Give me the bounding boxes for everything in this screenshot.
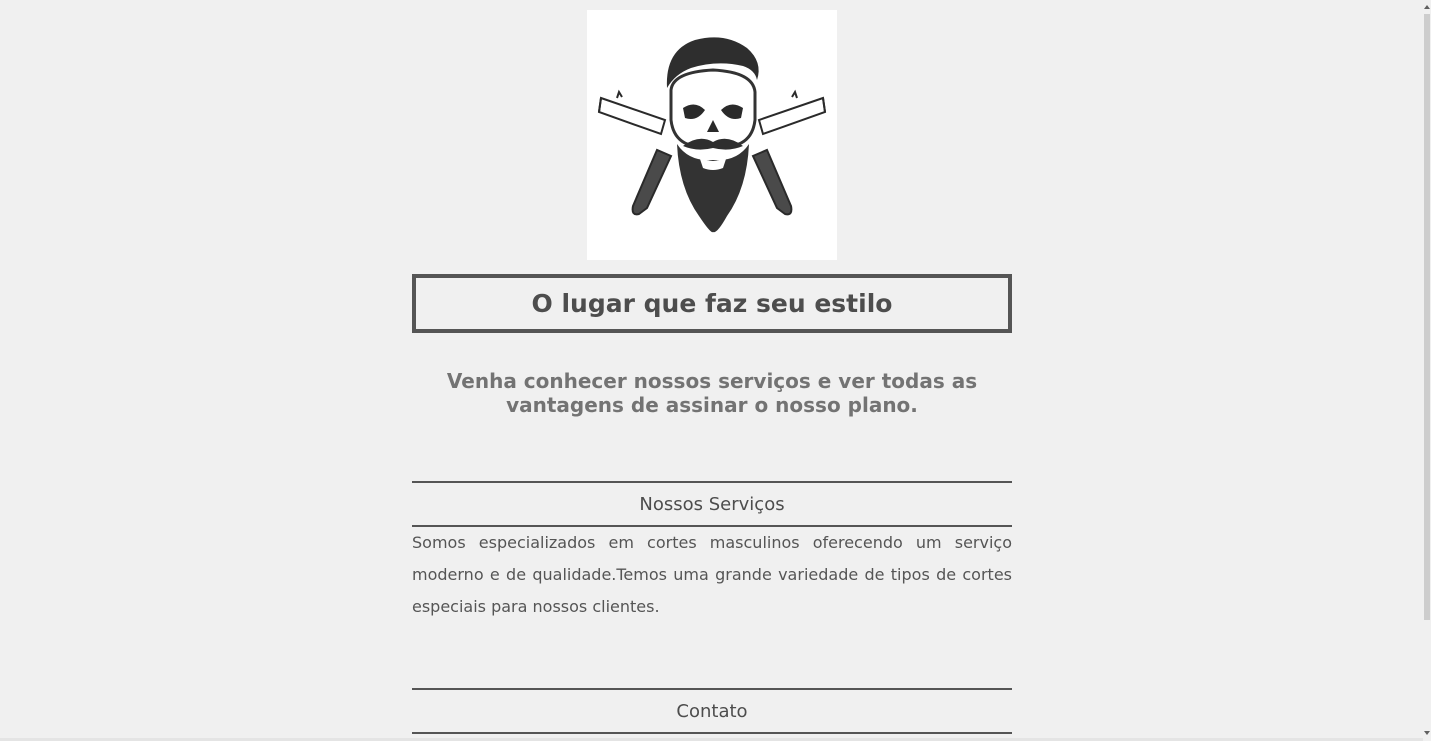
left-razor [597,89,673,216]
services-description: Somos especializados em cortes masculino… [412,533,1012,616]
logo-image [587,10,837,260]
page: O lugar que faz seu estilo Venha conhece… [0,0,1431,741]
bearded-skull-crossed-razors-icon [597,37,827,233]
contact-heading: Contato [412,688,1012,734]
beard [677,144,749,233]
scroll-down-arrow-icon[interactable] [1424,731,1430,735]
hero-title-box: O lugar que faz seu estilo [412,274,1012,333]
scrollbar-thumb[interactable] [1424,14,1430,620]
services-heading-label: Nossos Serviços [639,493,785,515]
scroll-up-arrow-icon[interactable] [1424,5,1430,9]
skull-face [669,68,757,146]
hero-tagline: Venha conhecer nossos serviços e ver tod… [446,369,978,417]
vertical-scrollbar[interactable] [1423,0,1431,741]
services-heading: Nossos Serviços [412,481,1012,527]
contact-heading-label: Contato [676,700,748,722]
right-razor [751,89,827,216]
hero-title: O lugar que faz seu estilo [531,289,893,318]
